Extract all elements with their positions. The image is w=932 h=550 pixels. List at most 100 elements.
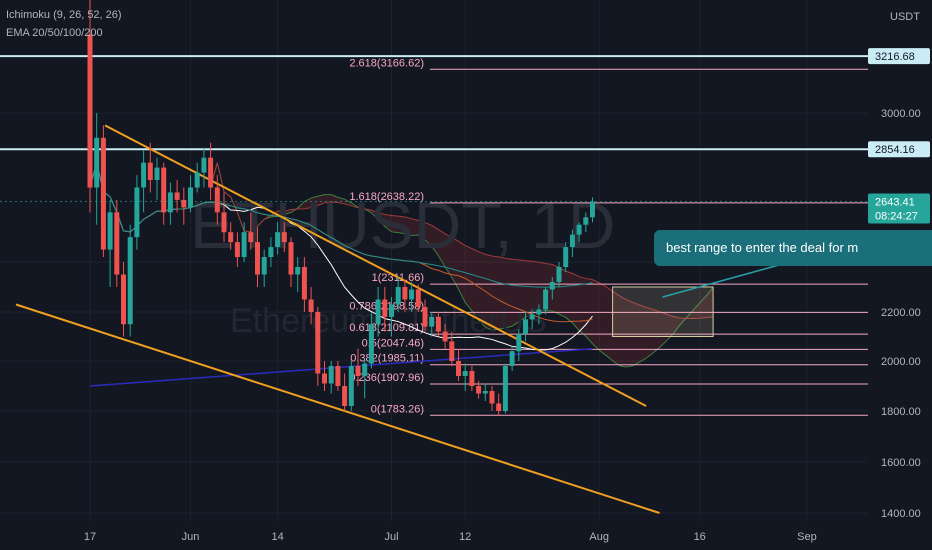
price-tick-label: 1800.00	[881, 406, 921, 418]
candle-body	[375, 299, 381, 325]
time-tick-label: Aug	[589, 531, 609, 543]
candle-body	[181, 199, 187, 208]
candle-body	[569, 234, 575, 248]
callout-arrow	[662, 261, 791, 298]
candle-body	[456, 361, 461, 376]
candle-body	[409, 289, 415, 300]
fib-level-label: 0.382(1985.11)	[350, 353, 424, 365]
candle-body	[502, 366, 508, 411]
time-tick-label: Jul	[384, 531, 398, 543]
chart-root: ETHUSDT, 1D Ethereum / TetherUS 0(1783.2…	[0, 0, 932, 550]
candle-body	[248, 232, 254, 243]
candle-body	[301, 267, 307, 300]
candle-body	[523, 319, 528, 335]
time-tick-label: 12	[459, 531, 471, 543]
candle-body	[255, 242, 260, 275]
ema-200-line	[89, 348, 593, 387]
candle-body	[429, 316, 435, 327]
candle-body	[342, 386, 348, 406]
candle-body	[322, 373, 327, 384]
fib-level-label: 0.236(1907.96)	[349, 372, 424, 384]
candle-body	[348, 366, 354, 406]
candle-body	[100, 137, 106, 250]
candle-body	[563, 247, 569, 267]
time-tick-label: Jun	[182, 531, 200, 543]
candle-body	[496, 403, 502, 411]
candle-body	[114, 212, 120, 275]
candle-body	[415, 289, 421, 307]
candle-body	[516, 334, 522, 352]
candle-body	[395, 287, 401, 305]
candle-body	[362, 363, 368, 376]
candle-body	[174, 192, 180, 200]
candle-body	[188, 187, 193, 208]
price-tag-text: 3216.68	[875, 51, 915, 63]
candle-body	[462, 371, 468, 376]
currency-label[interactable]: USDT	[890, 11, 920, 23]
candle-body	[141, 162, 147, 188]
time-tick-label: 14	[271, 531, 283, 543]
candle-body	[214, 187, 220, 213]
candle-body	[476, 386, 482, 394]
candle-body	[389, 304, 394, 317]
horizontal-levels-layer	[0, 55, 868, 151]
candle-body	[288, 242, 294, 275]
price-tag-text: 2643.41	[875, 197, 915, 209]
candle-body	[355, 366, 361, 376]
candle-body	[127, 237, 133, 325]
candle-body	[221, 212, 227, 233]
candle-body	[335, 366, 341, 386]
candle-body	[583, 217, 589, 225]
candle-body	[268, 247, 274, 258]
candle-body	[422, 307, 428, 327]
candle-body	[275, 232, 281, 248]
time-tick-label: 16	[694, 531, 706, 543]
candle-body	[449, 341, 455, 361]
candle-body	[435, 316, 441, 332]
candle-body	[295, 267, 301, 275]
candle-body	[382, 299, 388, 317]
candle-body	[368, 324, 374, 364]
candle-body	[147, 162, 153, 181]
candle-body	[549, 282, 555, 290]
price-tick-label: 1400.00	[881, 508, 921, 520]
ema-legend[interactable]: EMA 20/50/100/200	[6, 27, 103, 39]
price-tick-label: 3000.00	[881, 108, 921, 120]
candle-body	[315, 312, 321, 374]
candle-body	[94, 137, 100, 188]
candle-body	[536, 309, 542, 315]
candle-body	[509, 351, 515, 366]
candle-body	[529, 314, 535, 320]
candle-body	[489, 391, 495, 404]
entry-callout[interactable]: best range to enter the deal for m	[654, 230, 932, 266]
candle-body	[442, 331, 448, 342]
candle-body	[208, 157, 214, 188]
candle-body	[576, 224, 582, 235]
price-tick-label: 2000.00	[881, 356, 921, 368]
candle-body	[469, 371, 475, 386]
fib-level-label: 1.618(2638.22)	[349, 191, 424, 203]
candle-body	[308, 299, 314, 312]
candle-body	[234, 242, 240, 258]
candle-body	[201, 157, 207, 173]
price-tick-label: 1600.00	[881, 457, 921, 469]
candle-body	[590, 201, 595, 218]
price-tag-text: 2854.16	[875, 144, 915, 156]
fib-level-label: 2.618(3166.62)	[349, 57, 424, 69]
candle-body	[121, 274, 126, 325]
price-chart[interactable]: ETHUSDT, 1D Ethereum / TetherUS 0(1783.2…	[0, 0, 932, 550]
candle-body	[167, 192, 173, 213]
fib-level-label: 0(1783.26)	[371, 403, 424, 415]
candle-body	[241, 232, 247, 258]
candle-body	[87, 34, 93, 188]
candle-body	[161, 167, 167, 213]
ichimoku-legend[interactable]: Ichimoku (9, 26, 52, 26)	[6, 9, 122, 21]
time-tick-label: 17	[84, 531, 96, 543]
candle-body	[556, 267, 562, 282]
countdown-text: 08:24:27	[875, 211, 918, 223]
candle-body	[134, 187, 140, 238]
candle-body	[261, 257, 267, 275]
entry-zone-box	[612, 286, 714, 337]
time-tick-label: Sep	[797, 531, 817, 543]
candle-body	[482, 391, 488, 394]
